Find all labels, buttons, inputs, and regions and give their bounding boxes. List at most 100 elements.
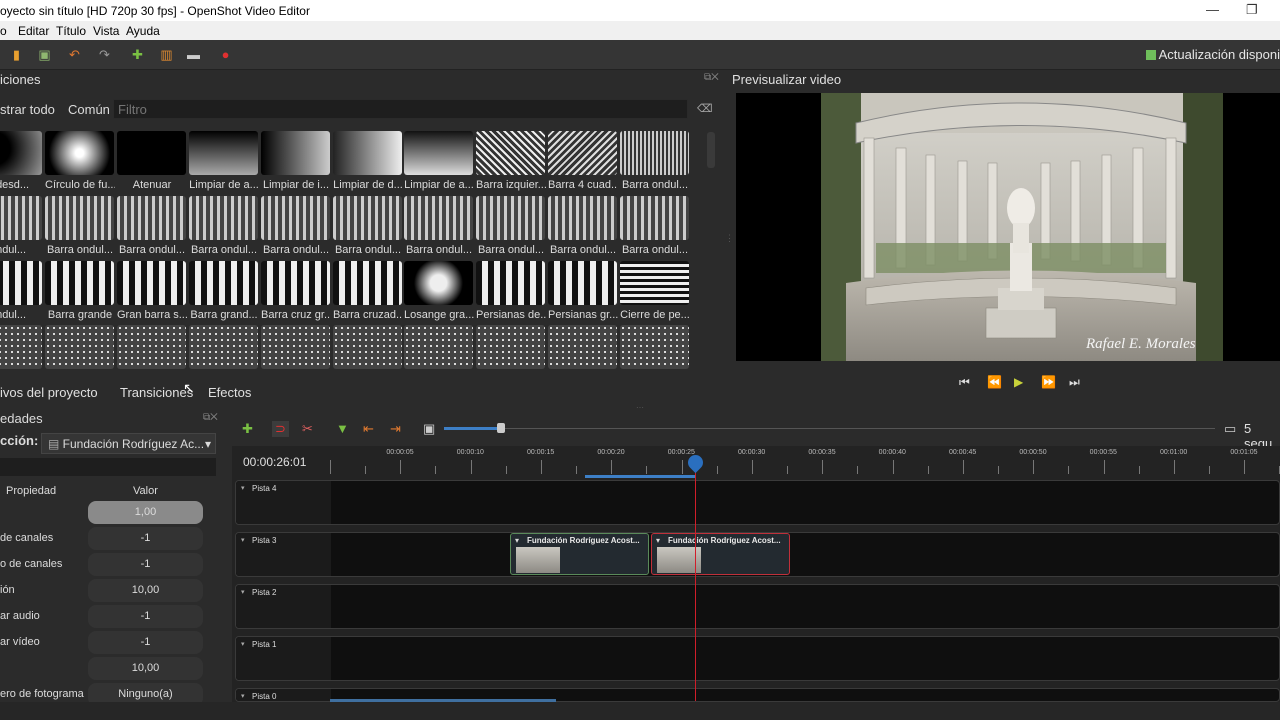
tab-project-files[interactable]: ivos del proyecto	[0, 385, 98, 400]
property-row[interactable]: 1,00	[0, 499, 204, 525]
property-value[interactable]: 10,00	[88, 579, 203, 602]
transition-thumbnail[interactable]	[333, 131, 402, 175]
transition-thumbnail[interactable]	[261, 196, 330, 240]
previous-marker-icon[interactable]: ⇤	[363, 421, 374, 437]
property-value[interactable]: -1	[88, 553, 203, 576]
transition-thumbnail[interactable]	[620, 196, 689, 240]
timeline-ruler[interactable]: 00:00:05 00:00:10 00:00:15 00:00:20 00:00:25…	[330, 446, 1280, 478]
clip-menu-icon[interactable]: ▾	[515, 536, 519, 545]
menu-file[interactable]: o	[0, 24, 7, 38]
menu-help[interactable]: Ayuda	[126, 24, 160, 38]
transition-thumbnail[interactable]	[548, 196, 617, 240]
transition-thumbnail[interactable]	[0, 261, 42, 305]
transition-thumbnail[interactable]	[476, 325, 545, 369]
splitter-handle-h[interactable]: ⋯	[636, 403, 644, 412]
track-header[interactable]: ▾ Pista 4	[236, 481, 331, 524]
transition-thumbnail[interactable]	[117, 325, 186, 369]
transition-thumbnail[interactable]	[0, 196, 42, 240]
next-marker-icon[interactable]: ⇥	[390, 421, 401, 437]
selection-dropdown[interactable]: ▤ Fundación Rodríguez Ac... ▾	[41, 433, 216, 454]
transition-thumbnail[interactable]	[404, 131, 473, 175]
undo-icon[interactable]: ↶	[68, 48, 81, 61]
snap-icon[interactable]: ⊃	[272, 421, 289, 437]
transition-thumbnail[interactable]	[333, 261, 402, 305]
track-menu-icon[interactable]: ▾	[241, 588, 245, 596]
track-header[interactable]: ▾ Pista 0	[236, 689, 331, 701]
transition-thumbnail[interactable]	[45, 261, 114, 305]
rewind-icon[interactable]: ⏪	[987, 375, 1002, 389]
razor-icon[interactable]: ✂	[302, 421, 313, 437]
clear-filter-icon[interactable]: ⌫	[697, 102, 713, 115]
track-menu-icon[interactable]: ▾	[241, 484, 245, 492]
transition-thumbnail[interactable]	[548, 261, 617, 305]
track[interactable]: ▾ Pista 1	[235, 636, 1280, 681]
transition-thumbnail[interactable]	[0, 325, 42, 369]
properties-filter-input[interactable]	[0, 458, 216, 476]
track-header[interactable]: ▾ Pista 3	[236, 533, 331, 576]
transitions-filter-input[interactable]	[113, 99, 688, 119]
save-project-icon[interactable]: ▣	[38, 48, 51, 61]
transition-thumbnail[interactable]	[0, 131, 42, 175]
property-row[interactable]: o de canales -1	[0, 551, 204, 577]
transition-thumbnail[interactable]	[620, 131, 689, 175]
open-project-icon[interactable]: ▮	[10, 48, 23, 61]
transition-thumbnail[interactable]	[620, 261, 689, 305]
transition-thumbnail[interactable]	[333, 325, 402, 369]
transition-thumbnail[interactable]	[476, 196, 545, 240]
add-marker-icon[interactable]: ▼	[336, 421, 349, 436]
transition-thumbnail[interactable]	[117, 131, 186, 175]
jump-end-icon[interactable]: ⏭	[1069, 375, 1080, 390]
transition-thumbnail[interactable]	[261, 325, 330, 369]
play-icon[interactable]: ▶	[1014, 375, 1023, 389]
transition-thumbnail[interactable]	[117, 261, 186, 305]
transition-thumbnail[interactable]	[620, 325, 689, 369]
zoom-slider-handle[interactable]	[497, 423, 505, 433]
property-row[interactable]: 10,00	[0, 655, 204, 681]
panel-float-icon[interactable]: ⧉✕	[704, 72, 719, 83]
export-video-icon[interactable]: ●	[219, 48, 232, 61]
tab-common[interactable]: Común	[68, 102, 110, 117]
property-row[interactable]: de canales -1	[0, 525, 204, 551]
zoom-slider-track[interactable]	[505, 428, 1215, 429]
transition-thumbnail[interactable]	[189, 325, 258, 369]
transition-thumbnail[interactable]	[261, 131, 330, 175]
track-header[interactable]: ▾ Pista 2	[236, 585, 331, 628]
property-value[interactable]: -1	[88, 605, 203, 628]
transition-thumbnail[interactable]	[333, 196, 402, 240]
transition-thumbnail[interactable]	[117, 196, 186, 240]
property-row[interactable]: ar audio -1	[0, 603, 204, 629]
transition-thumbnail[interactable]	[189, 131, 258, 175]
transition-thumbnail[interactable]	[404, 196, 473, 240]
jump-start-icon[interactable]: ⏮	[959, 375, 970, 390]
transition-thumbnail[interactable]	[476, 131, 545, 175]
clip-2[interactable]: ▾ Fundación Rodríguez Acost...	[651, 533, 790, 575]
add-track-icon[interactable]: ✚	[242, 421, 253, 437]
transition-thumbnail[interactable]	[261, 261, 330, 305]
menu-edit[interactable]: Editar	[18, 24, 49, 38]
property-value[interactable]: -1	[88, 527, 203, 550]
transition-thumbnail[interactable]	[189, 261, 258, 305]
property-value[interactable]: 10,00	[88, 657, 203, 680]
transition-thumbnail[interactable]	[548, 325, 617, 369]
transition-thumbnail[interactable]	[404, 261, 473, 305]
maximize-icon[interactable]: ❐	[1246, 2, 1258, 18]
property-row[interactable]: ión 10,00	[0, 577, 204, 603]
track[interactable]: ▾ Pista 4	[235, 480, 1280, 525]
properties-scrollbar[interactable]	[204, 481, 216, 700]
import-files-icon[interactable]: ✚	[131, 48, 144, 61]
menu-title[interactable]: Título	[56, 24, 86, 38]
track-menu-icon[interactable]: ▾	[241, 640, 245, 648]
menu-view[interactable]: Vista	[93, 24, 119, 38]
track[interactable]: ▾ Pista 2	[235, 584, 1280, 629]
properties-float-icon[interactable]: ⧉✕	[203, 412, 218, 423]
update-available-button[interactable]: Actualización disponi	[1145, 47, 1280, 62]
tab-effects[interactable]: Efectos	[208, 385, 251, 400]
transition-thumbnail[interactable]	[45, 131, 114, 175]
property-row[interactable]: ar vídeo -1	[0, 629, 204, 655]
center-playhead-icon[interactable]: ▣	[423, 421, 435, 437]
transition-thumbnail[interactable]	[45, 325, 114, 369]
redo-icon[interactable]: ↷	[98, 48, 111, 61]
property-value[interactable]: -1	[88, 631, 203, 654]
track-header[interactable]: ▾ Pista 1	[236, 637, 331, 680]
transition-thumbnail[interactable]	[404, 325, 473, 369]
